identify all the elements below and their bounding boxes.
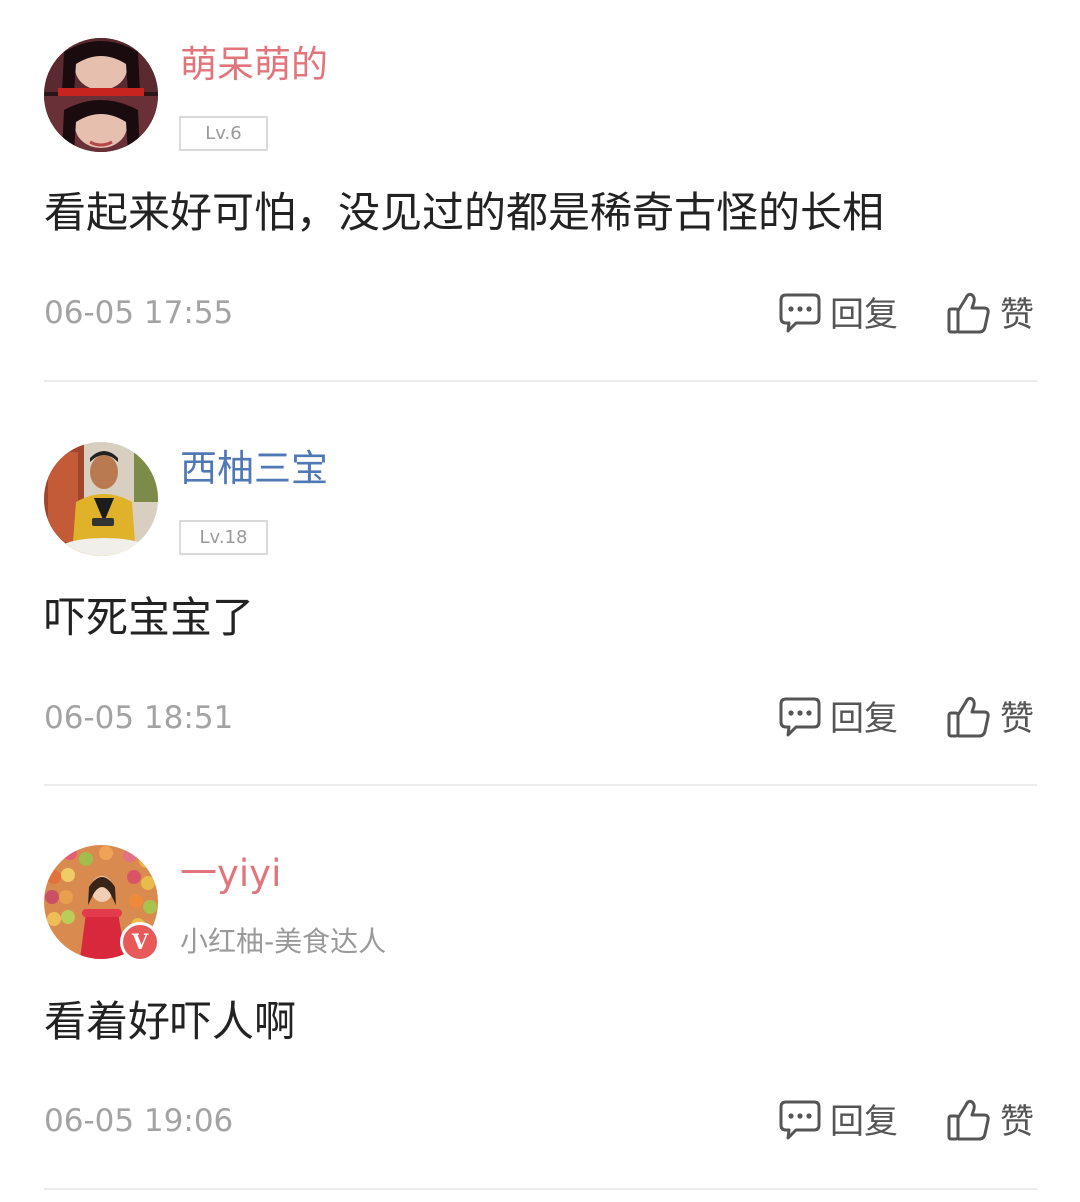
- like-label: 赞: [1000, 1102, 1034, 1142]
- avatar[interactable]: [44, 442, 158, 556]
- username[interactable]: 萌呆萌的: [180, 46, 328, 83]
- timestamp: 06-05 18:51: [44, 700, 234, 736]
- timestamp: 06-05 19:06: [44, 1103, 234, 1139]
- reply-label: 回复: [830, 699, 898, 739]
- user-title: 小红柚-美食达人: [180, 925, 387, 958]
- like-label: 赞: [1000, 295, 1034, 335]
- comment-bubble-icon: [778, 695, 822, 743]
- reply-button[interactable]: 回复: [778, 1100, 898, 1144]
- like-button[interactable]: 赞: [946, 1098, 1034, 1146]
- comment-bubble-icon: [778, 1098, 822, 1146]
- like-button[interactable]: 赞: [946, 695, 1034, 743]
- thumbs-up-icon: [946, 695, 992, 743]
- divider: [44, 380, 1037, 382]
- username[interactable]: 一yiyi: [180, 855, 281, 892]
- comment-bubble-icon: [778, 291, 822, 339]
- thumbs-up-icon: [946, 1098, 992, 1146]
- reply-label: 回复: [830, 295, 898, 335]
- like-button[interactable]: 赞: [946, 291, 1034, 339]
- reply-label: 回复: [830, 1102, 898, 1142]
- avatar[interactable]: [44, 38, 158, 152]
- level-badge: Lv.6: [179, 116, 268, 151]
- username[interactable]: 西柚三宝: [180, 450, 328, 487]
- comment-text: 看起来好可怕，没见过的都是稀奇古怪的长相: [44, 188, 885, 237]
- verified-badge-icon: V: [120, 922, 160, 962]
- level-badge: Lv.18: [179, 520, 268, 555]
- divider: [44, 784, 1037, 786]
- timestamp: 06-05 17:55: [44, 295, 234, 331]
- comment-text: 吓死宝宝了: [44, 593, 255, 642]
- reply-button[interactable]: 回复: [778, 697, 898, 741]
- thumbs-up-icon: [946, 291, 992, 339]
- divider: [44, 1188, 1037, 1190]
- comment-text: 看着好吓人啊: [44, 997, 297, 1046]
- like-label: 赞: [1000, 699, 1034, 739]
- reply-button[interactable]: 回复: [778, 293, 898, 337]
